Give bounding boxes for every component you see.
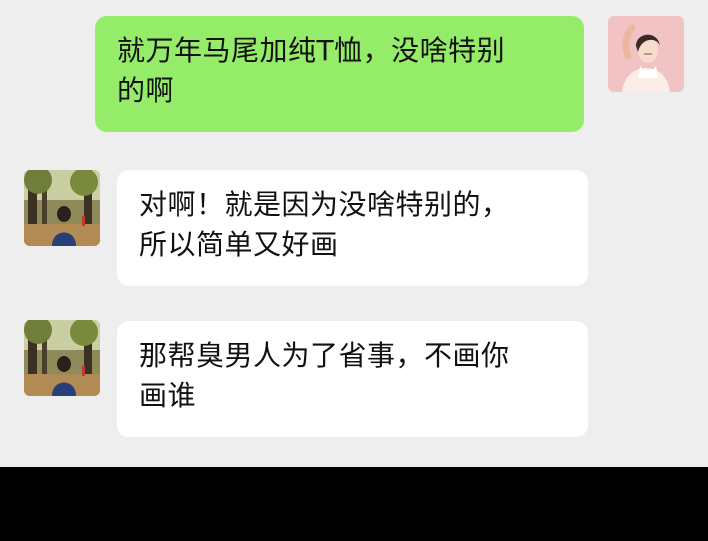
autumn-park-photo-icon [24,320,100,396]
autumn-park-photo-icon [24,170,100,246]
chat-message-area: 就万年马尾加纯T恤，没啥特别 的啊 对啊！就是因为没啥特别的， 所以简单又好画 … [0,0,708,467]
message-line: 对啊！就是因为没啥特别的， [139,188,510,221]
message-line: 那帮臭男人为了省事，不画你 [139,339,510,372]
message-line: 画谁 [139,379,197,412]
sent-message-bubble[interactable]: 就万年马尾加纯T恤，没啥特别 的啊 [95,16,584,132]
contact-avatar[interactable] [24,170,100,246]
message-line: 的啊 [117,74,175,107]
message-line: 所以简单又好画 [139,228,339,261]
received-message-bubble[interactable]: 那帮臭男人为了省事，不画你 画谁 [117,321,588,437]
sender-avatar[interactable] [608,16,684,92]
message-line: 就万年马尾加纯T恤，没啥特别 [117,34,506,67]
woman-illustration-icon [608,16,684,92]
bottom-black-bar [0,467,708,541]
received-message-bubble[interactable]: 对啊！就是因为没啥特别的， 所以简单又好画 [117,170,588,286]
contact-avatar[interactable] [24,320,100,396]
